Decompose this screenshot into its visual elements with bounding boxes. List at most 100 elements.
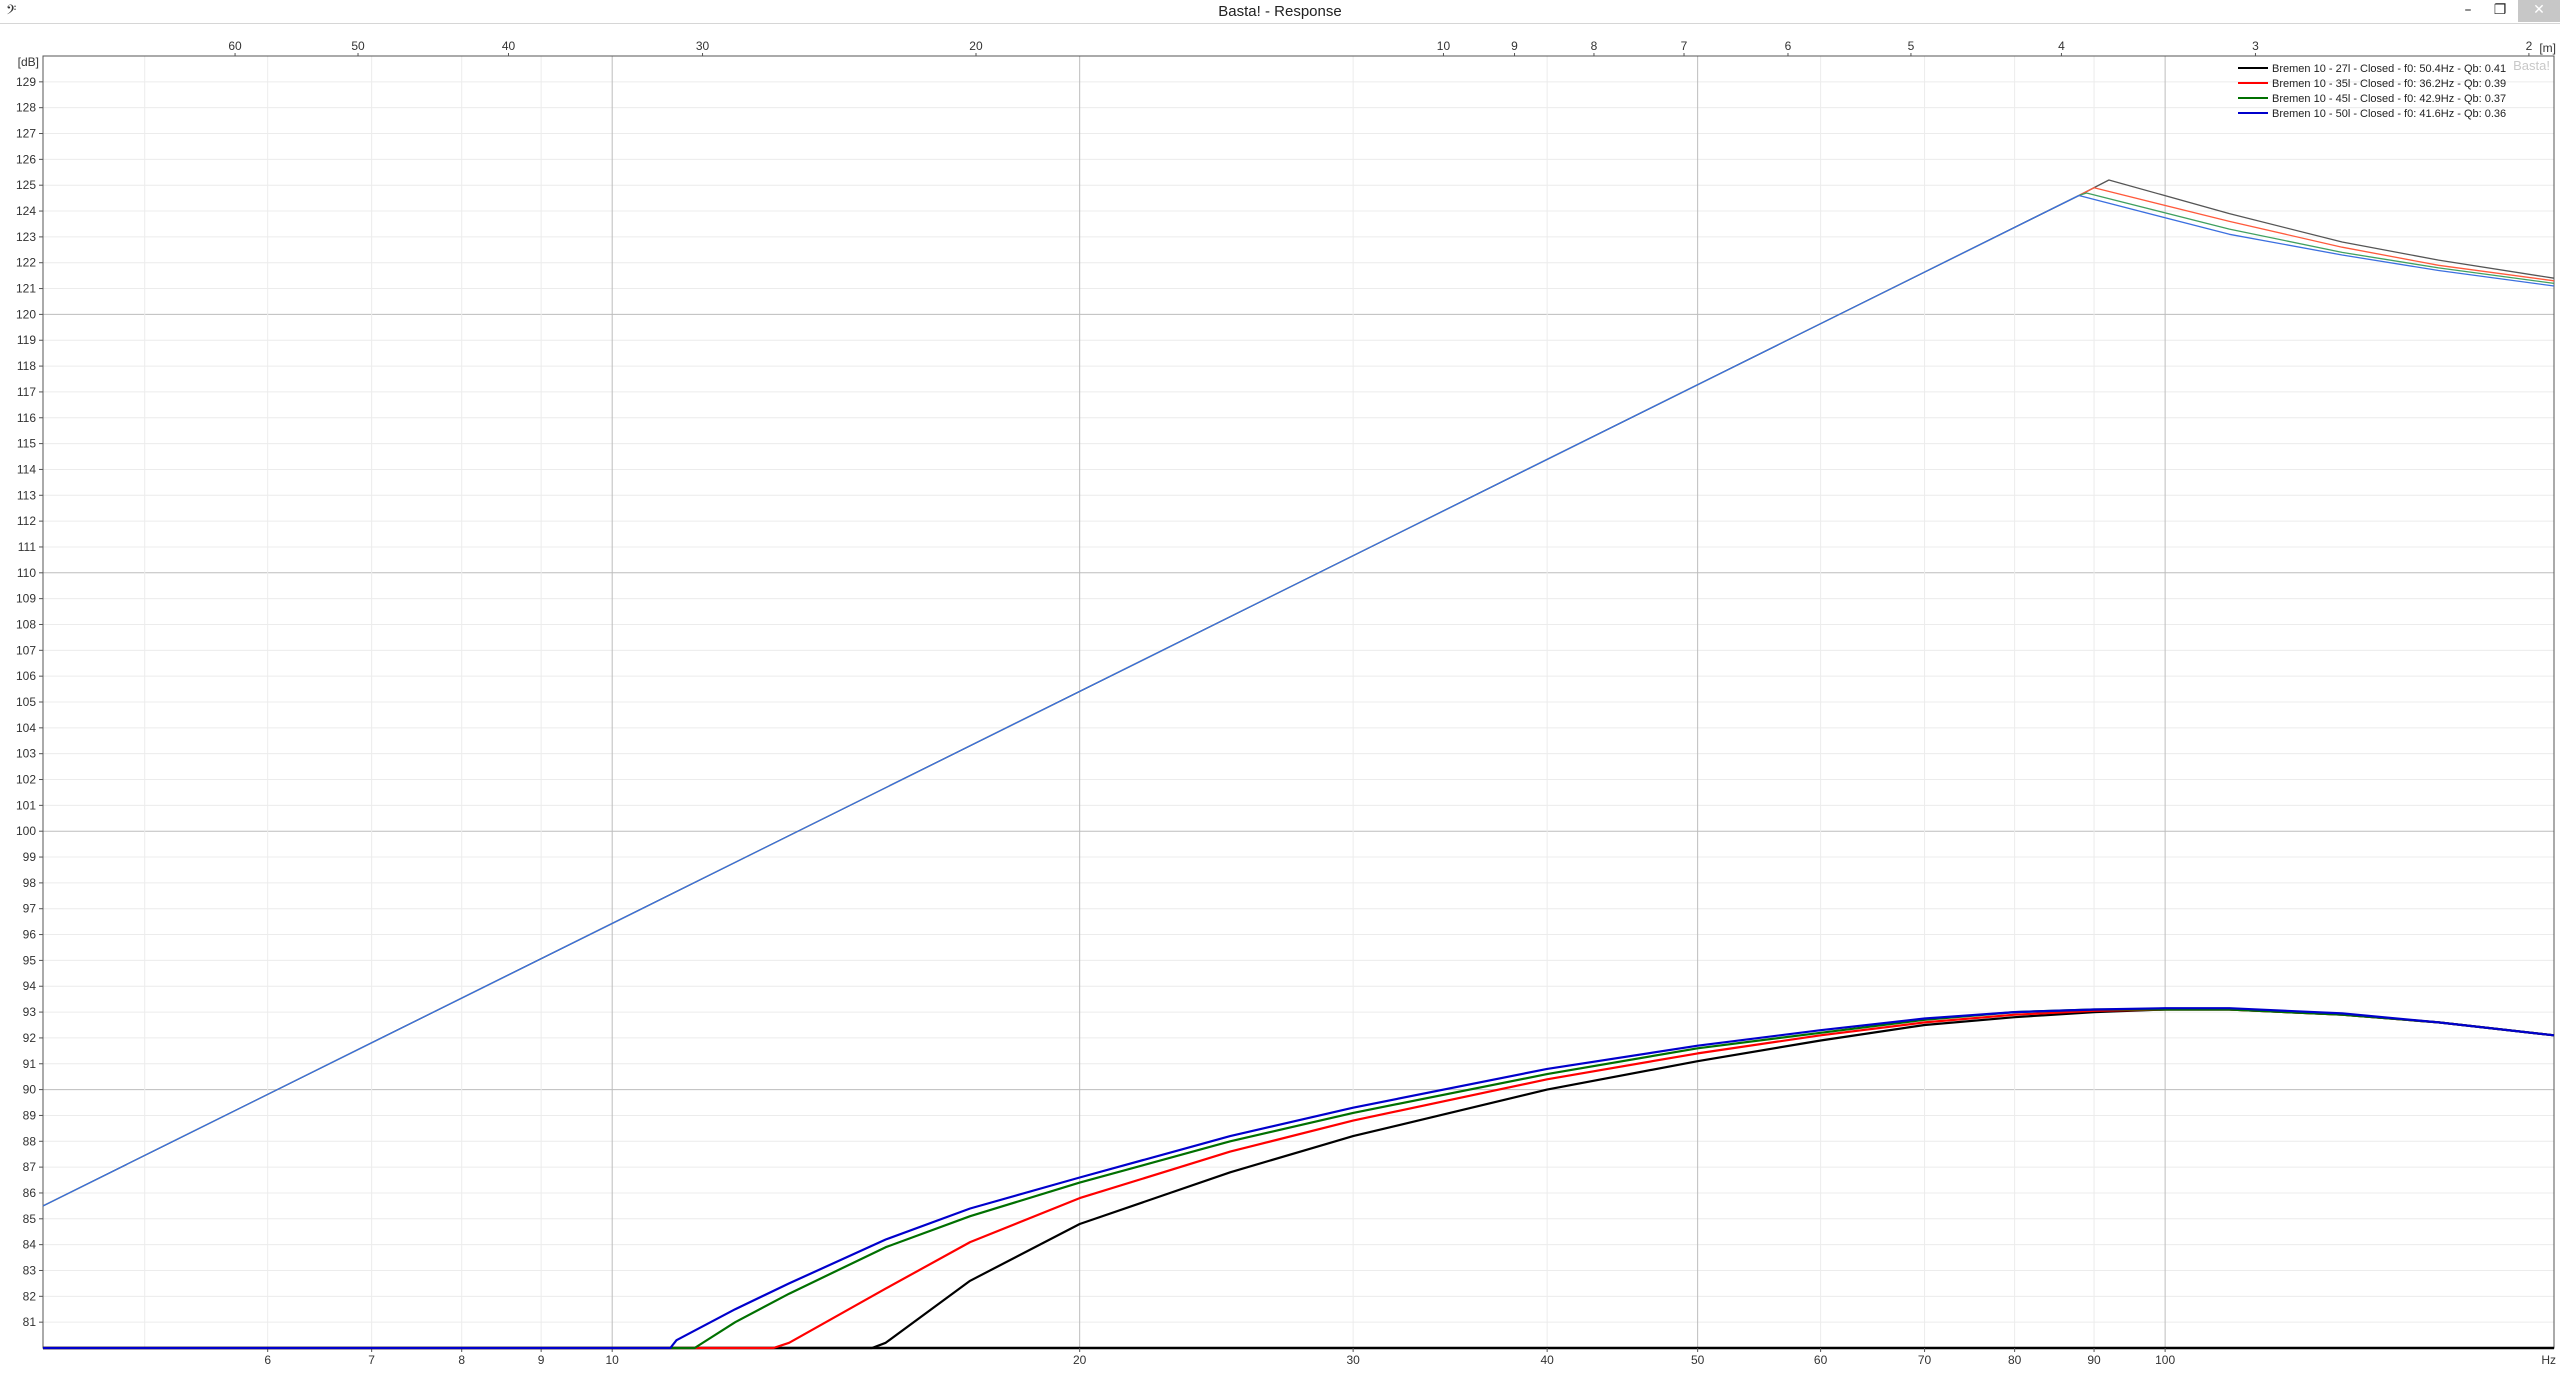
y-tick-label: 122: [16, 256, 36, 270]
top-unit-label: [m]: [2539, 41, 2556, 55]
response-chart[interactable]: 8182838485868788899091929394959697989910…: [0, 23, 2560, 1380]
minimize-button[interactable]: –: [2452, 0, 2484, 22]
response-curve: [43, 1007, 2555, 1350]
x-tick-label: 100: [2155, 1353, 2175, 1367]
y-tick-label: 120: [16, 307, 36, 321]
y-tick-label: 84: [23, 1238, 37, 1252]
y-tick-label: 88: [23, 1134, 37, 1148]
room-gain-curve: [42, 192, 2555, 1207]
y-tick-label: 107: [16, 643, 36, 657]
y-tick-label: 110: [17, 566, 36, 580]
restore-button[interactable]: ❐: [2484, 0, 2516, 22]
x-tick-label: 20: [1073, 1353, 1087, 1367]
x-tick-label: 7: [368, 1353, 375, 1367]
axes: 8182838485868788899091929394959697989910…: [16, 39, 2556, 1367]
top-tick-label: 9: [1511, 39, 1518, 53]
y-tick-label: 113: [17, 488, 36, 502]
y-tick-label: 96: [23, 928, 37, 942]
y-tick-label: 124: [16, 204, 36, 218]
y-tick-label: 129: [16, 75, 36, 89]
y-tick-label: 97: [23, 902, 37, 916]
x-tick-label: 8: [458, 1353, 465, 1367]
y-tick-label: 98: [23, 876, 37, 890]
top-tick-label: 20: [969, 39, 983, 53]
top-tick-label: 60: [228, 39, 242, 53]
y-tick-label: 95: [23, 953, 37, 967]
x-tick-label: 30: [1346, 1353, 1360, 1367]
x-tick-label: 9: [538, 1353, 545, 1367]
legend-entry: Bremen 10 - 50l - Closed - f0: 41.6Hz - …: [2272, 108, 2506, 120]
y-tick-label: 108: [16, 617, 36, 631]
watermark-label: Basta!: [2513, 58, 2550, 73]
room-gain-curve: [42, 194, 2555, 1207]
y-tick-label: 119: [17, 333, 36, 347]
y-tick-label: 114: [17, 462, 36, 476]
top-tick-label: 50: [351, 39, 365, 53]
y-tick-label: 105: [16, 695, 36, 709]
y-tick-label: 87: [23, 1160, 37, 1174]
room-gain-curve: [42, 179, 2555, 1207]
top-tick-label: 4: [2058, 39, 2065, 53]
y-tick-label: 90: [23, 1083, 37, 1097]
response-curve: [43, 1008, 2555, 1350]
x-tick-label: 50: [1691, 1353, 1705, 1367]
x-tick-label: 10: [606, 1353, 620, 1367]
y-tick-label: 94: [23, 979, 37, 993]
y-tick-label: 82: [23, 1289, 37, 1303]
top-tick-label: 5: [1908, 39, 1915, 53]
y-tick-label: 91: [23, 1057, 37, 1071]
top-tick-label: 2: [2526, 39, 2533, 53]
y-tick-label: 89: [23, 1108, 37, 1122]
grid: [43, 56, 2554, 1348]
response-curve: [43, 1008, 2555, 1350]
window-title: Basta! - Response: [1218, 3, 1342, 20]
top-tick-label: 7: [1681, 39, 1688, 53]
y-tick-label: 99: [23, 850, 37, 864]
series-group: [42, 179, 2555, 1350]
y-tick-label: 83: [23, 1263, 37, 1277]
title-bar: 𝄢 Basta! - Response – ❐ ✕: [0, 0, 2560, 24]
legend-entry: Bremen 10 - 35l - Closed - f0: 36.2Hz - …: [2272, 78, 2506, 90]
top-tick-label: 30: [696, 39, 710, 53]
y-tick-label: 115: [17, 437, 36, 451]
y-tick-label: 109: [16, 592, 36, 606]
y-tick-label: 127: [16, 127, 36, 141]
top-tick-label: 8: [1591, 39, 1598, 53]
x-tick-label: 80: [2008, 1353, 2022, 1367]
y-tick-label: 93: [23, 1005, 37, 1019]
x-tick-label: 70: [1918, 1353, 1932, 1367]
y-tick-label: 128: [16, 101, 36, 115]
y-tick-label: 106: [16, 669, 36, 683]
legend-entry: Bremen 10 - 27l - Closed - f0: 50.4Hz - …: [2272, 63, 2506, 75]
y-tick-label: 111: [18, 540, 37, 554]
x-tick-label: 90: [2087, 1353, 2101, 1367]
top-tick-label: 40: [502, 39, 516, 53]
y-tick-label: 104: [16, 721, 36, 735]
close-button[interactable]: ✕: [2518, 0, 2560, 22]
y-tick-label: 123: [16, 230, 36, 244]
x-unit-label: Hz: [2541, 1353, 2556, 1367]
y-tick-label: 103: [16, 747, 36, 761]
legend: Bremen 10 - 27l - Closed - f0: 50.4Hz - …: [2238, 63, 2506, 120]
y-tick-label: 85: [23, 1212, 37, 1226]
y-tick-label: 92: [23, 1031, 37, 1045]
y-tick-label: 118: [17, 359, 36, 373]
x-tick-label: 60: [1814, 1353, 1828, 1367]
x-tick-label: 40: [1540, 1353, 1554, 1367]
y-tick-label: 121: [16, 282, 36, 296]
y-tick-label: 86: [23, 1186, 37, 1200]
y-unit-label: [dB]: [18, 55, 39, 69]
legend-entry: Bremen 10 - 45l - Closed - f0: 42.9Hz - …: [2272, 93, 2506, 105]
top-tick-label: 6: [1785, 39, 1792, 53]
y-tick-label: 101: [16, 798, 36, 812]
response-curve: [43, 1008, 2555, 1350]
y-tick-label: 125: [16, 178, 36, 192]
y-tick-label: 112: [17, 514, 36, 528]
y-tick-label: 117: [17, 385, 36, 399]
top-tick-label: 10: [1437, 39, 1451, 53]
top-tick-label: 3: [2252, 39, 2259, 53]
x-tick-label: 6: [264, 1353, 271, 1367]
y-tick-label: 100: [16, 824, 36, 838]
y-tick-label: 116: [17, 411, 36, 425]
y-tick-label: 102: [16, 773, 36, 787]
